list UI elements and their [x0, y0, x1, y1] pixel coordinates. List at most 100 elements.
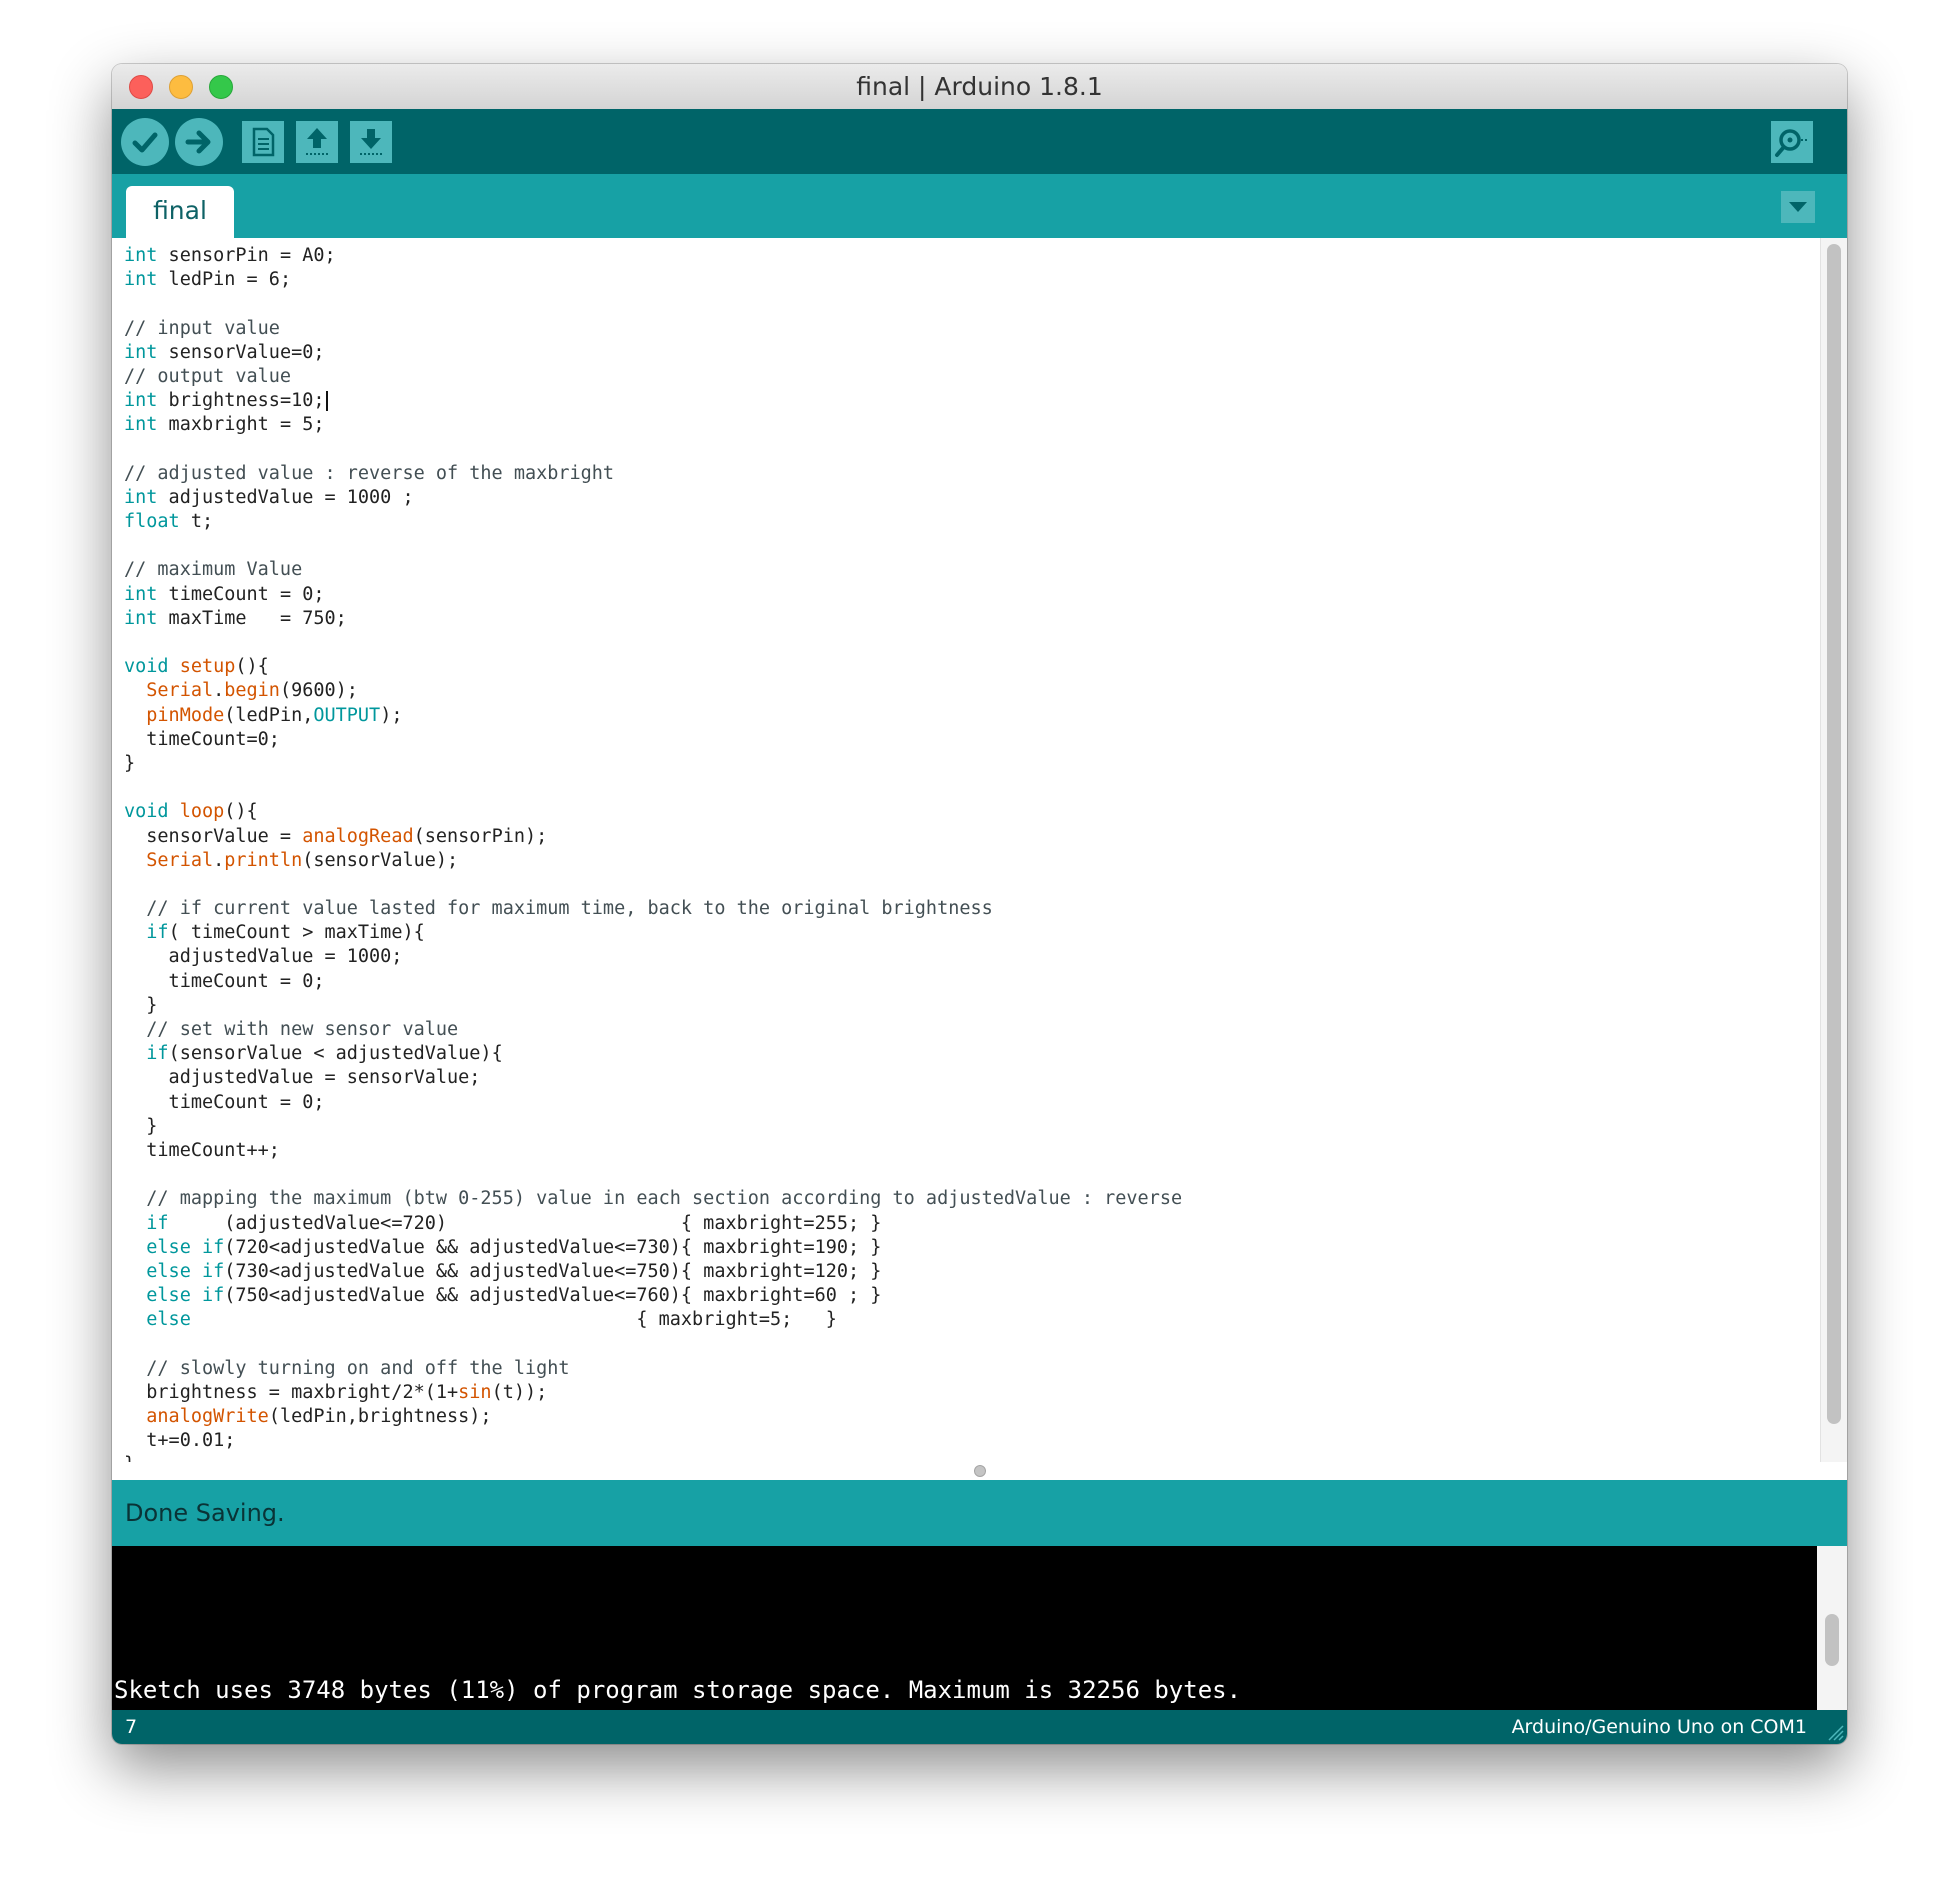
- document-icon: [252, 127, 275, 157]
- new-sketch-button[interactable]: [242, 121, 284, 163]
- code-token: }: [124, 1454, 135, 1462]
- serial-monitor-button[interactable]: [1771, 121, 1813, 163]
- code-line[interactable]: [124, 438, 1182, 462]
- code-line[interactable]: timeCount++;: [124, 1139, 1182, 1163]
- code-line[interactable]: [124, 292, 1182, 316]
- code-line[interactable]: void loop(){: [124, 800, 1182, 824]
- editor-scrollbar-thumb[interactable]: [1827, 244, 1841, 1424]
- code-line[interactable]: }: [124, 752, 1182, 776]
- code-line[interactable]: int brightness=10;: [124, 389, 1182, 413]
- code-token: (){: [235, 656, 269, 678]
- code-line[interactable]: int maxTime = 750;: [124, 607, 1182, 631]
- pane-splitter[interactable]: [112, 1462, 1847, 1480]
- code-line[interactable]: else if(750<adjustedValue && adjustedVal…: [124, 1284, 1182, 1308]
- resize-grip-icon[interactable]: [1825, 1722, 1845, 1742]
- code-line[interactable]: // input value: [124, 317, 1182, 341]
- save-sketch-button[interactable]: [350, 121, 392, 163]
- function-token: setup: [179, 656, 236, 678]
- code-line[interactable]: // slowly turning on and off the light: [124, 1357, 1182, 1381]
- code-line[interactable]: }: [124, 1115, 1182, 1139]
- tab-bar: final: [112, 174, 1847, 238]
- code-line[interactable]: int adjustedValue = 1000 ;: [124, 486, 1182, 510]
- code-line[interactable]: // output value: [124, 365, 1182, 389]
- code-line[interactable]: // mapping the maximum (btw 0-255) value…: [124, 1187, 1182, 1211]
- code-line[interactable]: int sensorPin = A0;: [124, 244, 1182, 268]
- comment-token: // set with new sensor value: [146, 1019, 459, 1040]
- tab-final[interactable]: final: [126, 186, 234, 238]
- splitter-handle[interactable]: [974, 1465, 986, 1477]
- code-text[interactable]: int sensorPin = A0; int ledPin = 6; // in…: [124, 244, 1182, 1462]
- code-line[interactable]: }: [124, 1453, 1182, 1462]
- function-token: begin: [224, 680, 280, 702]
- keyword-token: int: [124, 245, 158, 266]
- status-message: Done Saving.: [125, 1499, 285, 1527]
- code-line[interactable]: }: [124, 994, 1182, 1018]
- code-line[interactable]: [124, 534, 1182, 558]
- code-line[interactable]: brightness = maxbright/2*(1+sin(t));: [124, 1381, 1182, 1405]
- arrow-down-icon: [360, 129, 382, 155]
- code-token: maxTime = 750;: [157, 607, 347, 629]
- code-line[interactable]: int sensorValue=0;: [124, 341, 1182, 365]
- verify-button[interactable]: [121, 118, 169, 166]
- keyword-token: if: [146, 1212, 169, 1234]
- code-line[interactable]: int timeCount = 0;: [124, 583, 1182, 607]
- code-line[interactable]: // adjusted value : reverse of the maxbr…: [124, 462, 1182, 486]
- board-port-label: Arduino/Genuino Uno on COM1: [1511, 1716, 1807, 1738]
- code-line[interactable]: [124, 1163, 1182, 1187]
- code-token: }: [124, 1115, 158, 1137]
- code-line[interactable]: else if(730<adjustedValue && adjustedVal…: [124, 1260, 1182, 1284]
- code-line[interactable]: // maximum Value: [124, 558, 1182, 582]
- comment-token: // adjusted value : reverse of the maxbr…: [124, 462, 615, 484]
- code-line[interactable]: // if current value lasted for maximum t…: [124, 897, 1182, 921]
- code-line[interactable]: Serial.println(sensorValue);: [124, 849, 1182, 873]
- code-token: timeCount=0;: [124, 728, 280, 750]
- code-line[interactable]: else { maxbright=5; }: [124, 1308, 1182, 1332]
- code-token: timeCount = 0;: [124, 1091, 325, 1113]
- code-token: (9600);: [279, 680, 358, 702]
- code-token: (sensorValue);: [302, 849, 459, 871]
- code-line[interactable]: if( timeCount > maxTime){: [124, 921, 1182, 945]
- code-line[interactable]: // set with new sensor value: [124, 1018, 1182, 1042]
- code-token: sensorPin = A0;: [157, 245, 336, 266]
- code-line[interactable]: analogWrite(ledPin,brightness);: [124, 1405, 1182, 1429]
- code-line[interactable]: else if(720<adjustedValue && adjustedVal…: [124, 1236, 1182, 1260]
- code-line[interactable]: [124, 631, 1182, 655]
- console-scrollbar[interactable]: [1817, 1546, 1847, 1710]
- code-token: timeCount++;: [124, 1139, 280, 1161]
- code-line[interactable]: sensorValue = analogRead(sensorPin);: [124, 825, 1182, 849]
- code-line[interactable]: [124, 776, 1182, 800]
- code-line[interactable]: if (adjustedValue<=720) { maxbright=255;…: [124, 1212, 1182, 1236]
- code-line[interactable]: [124, 1332, 1182, 1356]
- open-sketch-button[interactable]: [296, 121, 338, 163]
- code-line[interactable]: float t;: [124, 510, 1182, 534]
- code-token: (adjustedValue<=720) { maxbright=255; }: [168, 1212, 882, 1234]
- keyword-token: else: [146, 1260, 191, 1282]
- code-line[interactable]: [124, 873, 1182, 897]
- code-line[interactable]: adjustedValue = sensorValue;: [124, 1066, 1182, 1090]
- code-line[interactable]: timeCount = 0;: [124, 970, 1182, 994]
- code-line[interactable]: int maxbright = 5;: [124, 413, 1182, 437]
- code-line[interactable]: if(sensorValue < adjustedValue){: [124, 1042, 1182, 1066]
- editor-scrollbar[interactable]: [1820, 238, 1847, 1462]
- code-line[interactable]: pinMode(ledPin,OUTPUT);: [124, 704, 1182, 728]
- code-line[interactable]: int ledPin = 6;: [124, 268, 1182, 292]
- function-token: println: [224, 849, 303, 871]
- code-line[interactable]: timeCount=0;: [124, 728, 1182, 752]
- code-line[interactable]: Serial.begin(9600);: [124, 679, 1182, 703]
- code-line[interactable]: adjustedValue = 1000;: [124, 945, 1182, 969]
- tab-menu-button[interactable]: [1781, 191, 1815, 223]
- title-bar: final | Arduino 1.8.1: [112, 64, 1847, 110]
- code-line[interactable]: t+=0.01;: [124, 1429, 1182, 1453]
- code-line[interactable]: void setup(){: [124, 655, 1182, 679]
- code-line[interactable]: timeCount = 0;: [124, 1091, 1182, 1115]
- code-editor[interactable]: int sensorPin = A0; int ledPin = 6; // in…: [112, 238, 1847, 1462]
- upload-button[interactable]: [175, 118, 223, 166]
- console-scrollbar-thumb[interactable]: [1825, 1614, 1839, 1666]
